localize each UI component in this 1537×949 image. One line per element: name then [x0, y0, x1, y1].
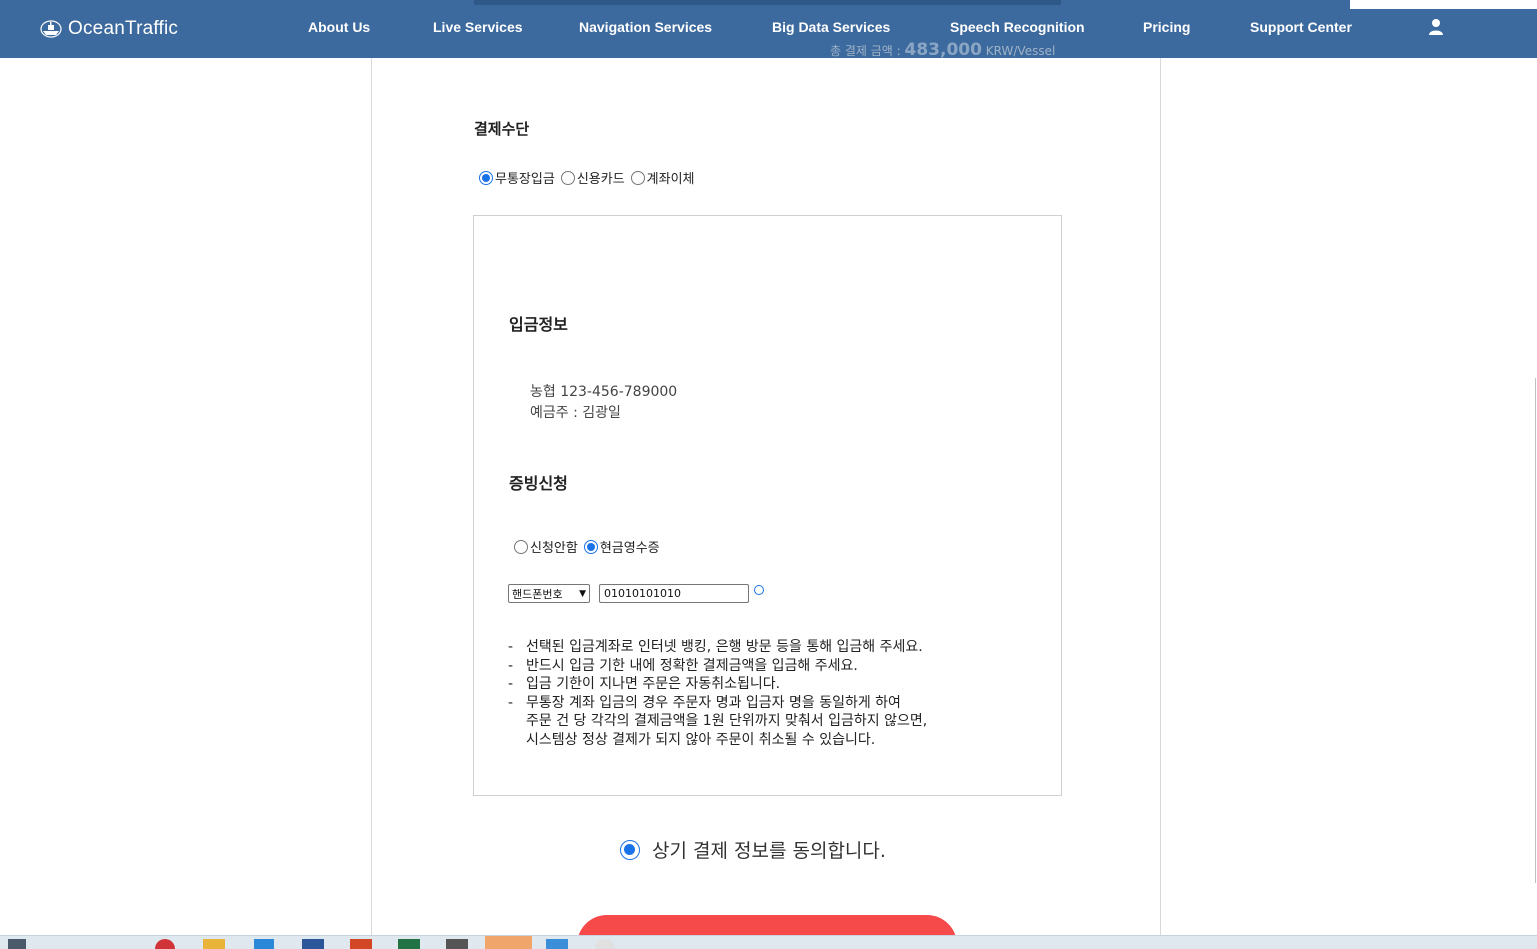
nav-big-data-services[interactable]: Big Data Services	[772, 19, 890, 35]
total-amount-unit: KRW/Vessel	[985, 44, 1056, 58]
agree-label: 상기 결제 정보를 동의합니다.	[652, 840, 886, 862]
note-text: 입금 기한이 지나면 주문은 자동취소됩니다.	[526, 676, 781, 692]
radio-agree[interactable]	[620, 839, 640, 860]
deposit-info-title: 입금정보	[509, 315, 568, 334]
chevron-down-icon: ▼	[579, 588, 586, 599]
app-icon-red[interactable]	[155, 939, 175, 949]
bank-account-line: 농협 123-456-789000	[530, 384, 678, 400]
container-left-border	[371, 58, 372, 949]
payment-option-credit-card[interactable]: 신용카드	[559, 168, 625, 187]
app-icon-dark[interactable]	[446, 939, 468, 949]
active-app-icon[interactable]	[485, 936, 532, 949]
radio-label: 신용카드	[576, 172, 625, 187]
note-text: 무통장 계좌 입금의 경우 주문자 명과 입금자 명을 동일하게 하여 주문 건…	[526, 694, 928, 748]
word-icon[interactable]	[302, 939, 324, 949]
payment-option-account-transfer[interactable]: 계좌이체	[629, 168, 695, 187]
total-amount: 총 결제 금액 : 483,000 KRW/Vessel	[830, 40, 1055, 60]
header-corner-box	[1350, 0, 1537, 9]
folder-icon[interactable]	[203, 939, 225, 949]
radio-label: 현금영수증	[599, 541, 660, 556]
nav-navigation-services[interactable]: Navigation Services	[579, 19, 712, 35]
ship-logo-icon	[40, 20, 62, 38]
valid-check-icon	[754, 585, 764, 595]
receipt-options: 신청안함 현금영수증	[512, 537, 664, 556]
note-text: 반드시 입금 기한 내에 정확한 결제금액을 입금해 주세요.	[526, 657, 858, 674]
radio-cash-receipt[interactable]	[583, 539, 598, 554]
nav-about-us[interactable]: About Us	[308, 19, 370, 35]
logo-text: OceanTraffic	[68, 18, 179, 39]
app-icon-lightblue[interactable]	[546, 939, 568, 949]
total-amount-label: 총 결제 금액 :	[830, 44, 901, 58]
receipt-option-cash-receipt[interactable]: 현금영수증	[582, 537, 660, 556]
account-holder-line: 예금주 : 김광일	[530, 405, 621, 421]
radio-bank-deposit[interactable]	[479, 170, 493, 185]
receipt-request-title: 증빙신청	[509, 474, 568, 493]
header-strip	[474, 0, 1061, 5]
nav-support-center[interactable]: Support Center	[1250, 19, 1352, 35]
top-navbar: OceanTraffic About Us Live Services Navi…	[0, 0, 1537, 58]
receipt-option-none[interactable]: 신청안함	[512, 537, 578, 556]
note-item: - 무통장 계좌 입금의 경우 주문자 명과 입금자 명을 동일하게 하여 주문 …	[508, 694, 928, 748]
note-item: - 입금 기한이 지나면 주문은 자동취소됩니다.	[508, 676, 781, 692]
nav-pricing[interactable]: Pricing	[1143, 19, 1190, 35]
user-icon[interactable]	[1428, 18, 1444, 36]
app-icon-light[interactable]	[595, 939, 615, 949]
note-item: - 선택된 입금계좌로 인터넷 뱅킹, 은행 방문 등을 통해 입금해 주세요.	[508, 639, 923, 655]
app-icon-blue[interactable]	[254, 939, 274, 949]
excel-icon[interactable]	[398, 939, 420, 949]
receipt-type-select[interactable]: 핸드폰번호 ▼	[508, 584, 590, 603]
payment-method-options: 무통장입금 신용카드 계좌이체	[477, 168, 699, 187]
scrollbar-track[interactable]	[1535, 378, 1536, 883]
radio-no-request[interactable]	[514, 539, 528, 554]
container-right-border	[1160, 58, 1161, 949]
phone-number-input[interactable]: 01010101010	[599, 584, 749, 603]
nav-live-services[interactable]: Live Services	[433, 19, 523, 35]
radio-label: 계좌이체	[646, 172, 695, 187]
payment-option-bank-deposit[interactable]: 무통장입금	[477, 168, 555, 187]
payment-page: OceanTraffic About Us Live Services Navi…	[0, 0, 1537, 949]
radio-label: 신청안함	[530, 541, 578, 556]
powerpoint-icon[interactable]	[350, 939, 372, 949]
radio-label: 무통장입금	[495, 172, 555, 187]
logo[interactable]: OceanTraffic	[40, 16, 178, 42]
total-amount-value: 483,000	[904, 40, 982, 60]
radio-credit-card[interactable]	[560, 170, 575, 185]
nav-speech-recognition[interactable]: Speech Recognition	[950, 19, 1085, 35]
bank-account-info: 농협 123-456-789000 예금주 : 김광일	[530, 382, 677, 424]
start-icon[interactable]	[8, 939, 26, 949]
payment-method-title: 결제수단	[474, 120, 530, 138]
os-taskbar	[0, 935, 1537, 949]
deposit-info-box: 입금정보 농협 123-456-789000 예금주 : 김광일 증빙신청 신청…	[473, 215, 1062, 796]
radio-account-transfer[interactable]	[630, 170, 645, 185]
deposit-notes: - 선택된 입금계좌로 인터넷 뱅킹, 은행 방문 등을 통해 입금해 주세요. …	[508, 638, 927, 749]
agree-payment-info[interactable]: 상기 결제 정보를 동의합니다.	[618, 836, 886, 863]
note-text: 선택된 입금계좌로 인터넷 뱅킹, 은행 방문 등을 통해 입금해 주세요.	[526, 639, 923, 655]
select-value: 핸드폰번호	[512, 587, 563, 601]
note-item: - 반드시 입금 기한 내에 정확한 결제금액을 입금해 주세요.	[508, 657, 858, 674]
